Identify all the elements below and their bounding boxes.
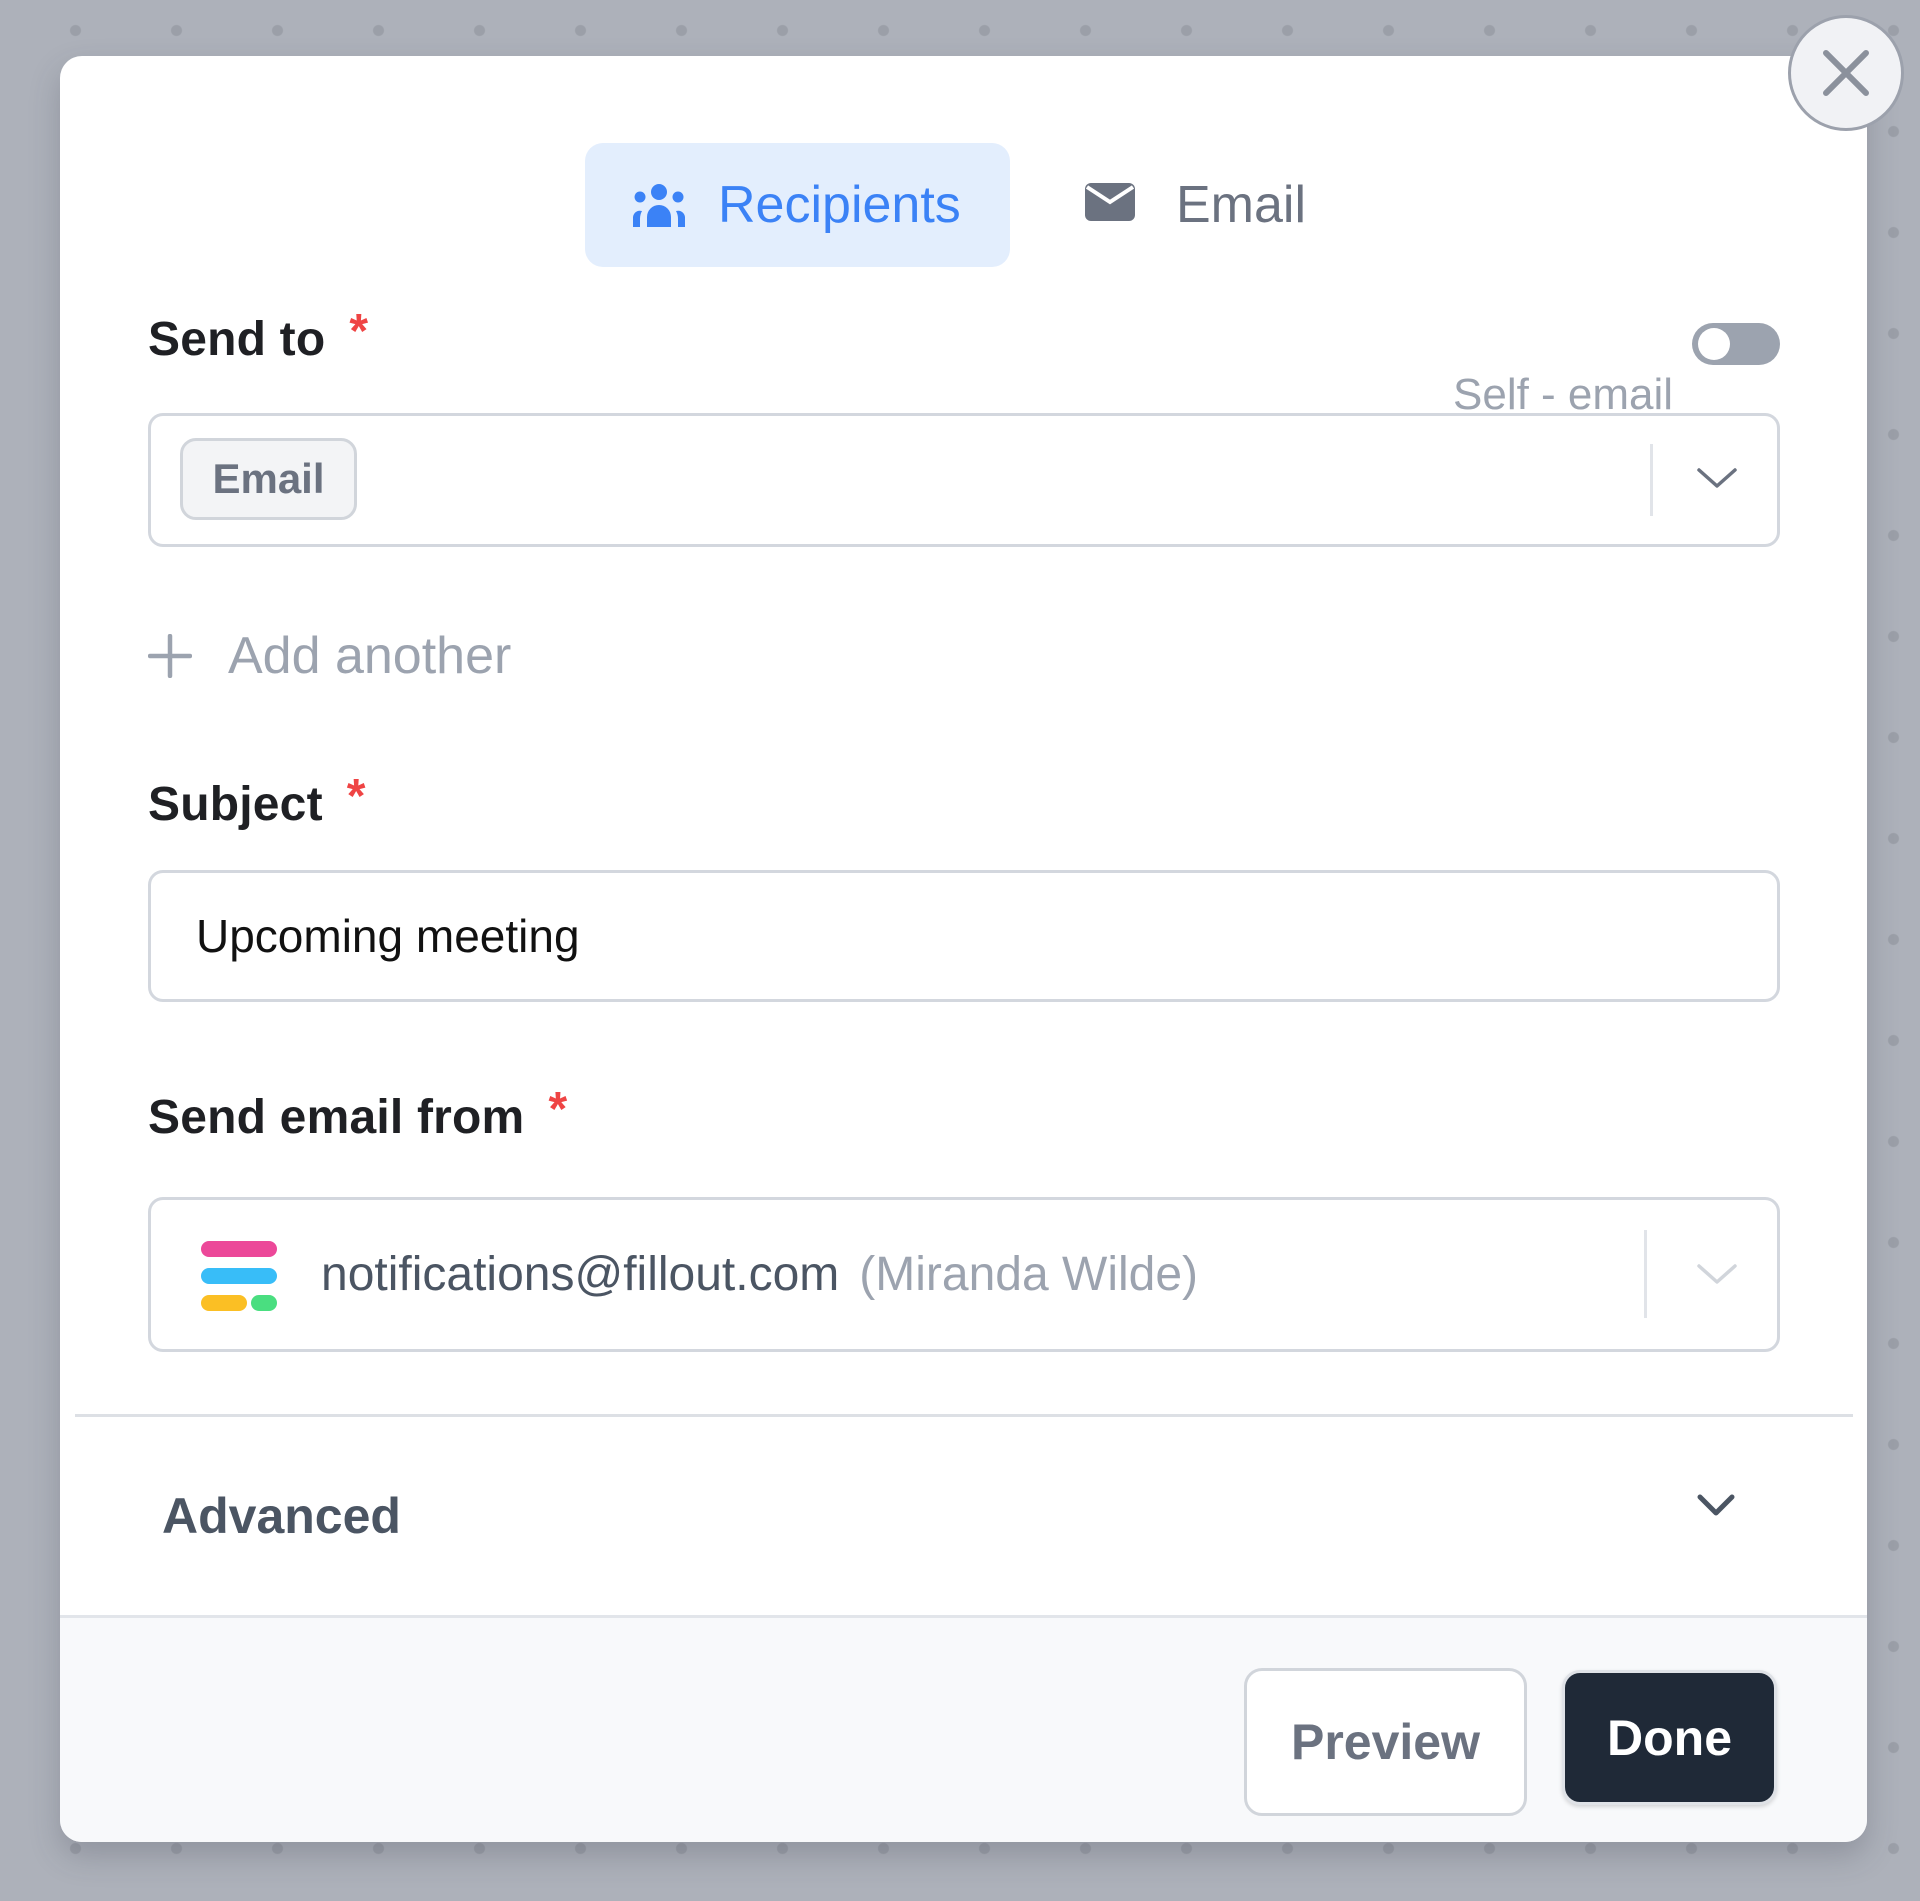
sender-email: notifications@fillout.com (321, 1248, 840, 1301)
tab-email[interactable]: Email (1070, 143, 1390, 267)
required-asterisk: * (346, 770, 366, 823)
send-from-label: Send email from * (148, 1083, 567, 1145)
select-separator (1644, 1230, 1647, 1318)
email-notification-modal: Recipients Email Send to * Self - email E… (60, 56, 1867, 1842)
chevron-down-icon (1695, 1490, 1737, 1525)
recipient-chip[interactable]: Email (180, 438, 357, 520)
modal-footer: Preview Done (60, 1615, 1867, 1842)
tab-email-label: Email (1176, 176, 1307, 234)
required-asterisk: * (349, 305, 369, 358)
recipient-chip-label: Email (212, 455, 325, 502)
chevron-down-icon[interactable] (1696, 1260, 1738, 1293)
advanced-toggle[interactable]: Advanced (60, 1417, 1867, 1615)
plus-icon (148, 634, 192, 678)
subject-input[interactable]: Upcoming meeting (148, 870, 1780, 1002)
subject-input-value[interactable]: Upcoming meeting (196, 873, 580, 999)
send-to-label: Send to * (148, 305, 368, 367)
tab-recipients[interactable]: Recipients (585, 143, 1010, 267)
done-button[interactable]: Done (1562, 1670, 1777, 1805)
add-another-button[interactable]: Add another (148, 626, 511, 686)
chevron-down-icon[interactable] (1696, 464, 1738, 497)
advanced-label: Advanced (162, 1488, 401, 1544)
select-separator (1650, 444, 1653, 516)
users-icon (632, 183, 686, 227)
send-to-label-text: Send to (148, 313, 326, 366)
required-asterisk: * (548, 1083, 568, 1136)
tab-recipients-label: Recipients (718, 176, 961, 234)
send-from-select[interactable]: notifications@fillout.com (Miranda Wilde… (148, 1197, 1780, 1352)
preview-button[interactable]: Preview (1244, 1668, 1527, 1816)
toggle-knob (1698, 328, 1730, 360)
send-to-select[interactable]: Email (148, 413, 1780, 547)
envelope-icon (1085, 183, 1139, 227)
preview-button-label: Preview (1290, 1714, 1480, 1770)
close-button[interactable] (1788, 15, 1904, 131)
send-from-label-text: Send email from (148, 1091, 525, 1144)
sender-name: (Miranda Wilde) (859, 1248, 1199, 1301)
subject-label-text: Subject (148, 778, 323, 831)
subject-label: Subject * (148, 770, 366, 832)
add-another-label: Add another (228, 627, 512, 685)
close-icon (1820, 47, 1872, 99)
send-from-value: notifications@fillout.com (Miranda Wilde… (321, 1200, 1198, 1349)
fillout-logo-icon (201, 1241, 277, 1313)
done-button-label: Done (1607, 1709, 1732, 1766)
self-email-toggle[interactable] (1692, 323, 1780, 365)
